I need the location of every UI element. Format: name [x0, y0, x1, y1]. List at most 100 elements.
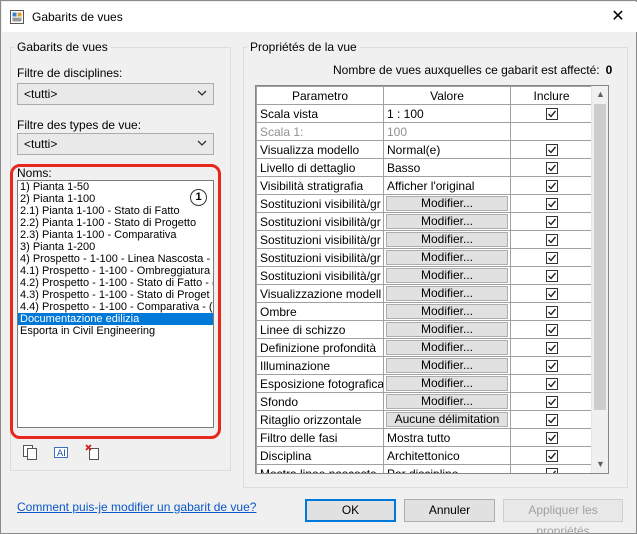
include-checkbox[interactable]: [545, 162, 558, 175]
property-row[interactable]: Visualizzazione modell Modifier...: [256, 284, 593, 303]
include-cell: [510, 356, 593, 375]
edit-property-button[interactable]: Aucune délimitation: [386, 412, 508, 427]
property-value[interactable]: 1 : 100: [383, 104, 511, 123]
include-cell: [510, 176, 593, 195]
include-cell: [510, 374, 593, 393]
property-name: Sostituzioni visibilità/gr: [256, 248, 384, 267]
include-cell: [510, 446, 593, 465]
property-value[interactable]: Afficher l'original: [383, 176, 511, 195]
viewtype-filter-dropdown[interactable]: <tutti>: [17, 133, 214, 155]
property-row[interactable]: Ritaglio orizzontale Aucune délimitation: [256, 410, 593, 429]
rename-icon[interactable]: AI: [53, 444, 69, 460]
edit-property-button[interactable]: Modifier...: [386, 232, 508, 247]
property-row[interactable]: Sfondo Modifier...: [256, 392, 593, 411]
edit-property-button[interactable]: Modifier...: [386, 358, 508, 373]
edit-property-button[interactable]: Modifier...: [386, 304, 508, 319]
property-row[interactable]: Visibilità stratigrafia Afficher l'origin…: [256, 176, 593, 195]
include-checkbox[interactable]: [545, 288, 558, 301]
property-value[interactable]: Par discipline: [383, 464, 511, 473]
assigned-views-count-value: 0: [605, 63, 613, 77]
column-header-value[interactable]: Valore: [383, 86, 511, 105]
duplicate-icon[interactable]: [22, 444, 38, 460]
property-row[interactable]: Ombre Modifier...: [256, 302, 593, 321]
edit-property-button[interactable]: Modifier...: [386, 196, 508, 211]
include-checkbox[interactable]: [545, 450, 558, 463]
property-row[interactable]: Visualizza modello Normal(e): [256, 140, 593, 159]
property-value[interactable]: Basso: [383, 158, 511, 177]
property-row[interactable]: Livello di dettaglio Basso: [256, 158, 593, 177]
property-name: Linee di schizzo: [256, 320, 384, 339]
property-row[interactable]: Disciplina Architettonico: [256, 446, 593, 465]
include-cell: [510, 158, 593, 177]
include-checkbox[interactable]: [545, 198, 558, 211]
include-cell: [510, 410, 593, 429]
include-checkbox[interactable]: [545, 396, 558, 409]
edit-property-button[interactable]: Modifier...: [386, 286, 508, 301]
property-row[interactable]: Linee di schizzo Modifier...: [256, 320, 593, 339]
window-title: Gabarits de vues: [32, 10, 123, 24]
property-value[interactable]: Architettonico: [383, 446, 511, 465]
property-row[interactable]: Scala 1: 100: [256, 122, 593, 141]
include-checkbox[interactable]: [545, 324, 558, 337]
edit-property-button[interactable]: Modifier...: [386, 394, 508, 409]
property-row[interactable]: Sostituzioni visibilità/gr Modifier...: [256, 230, 593, 249]
discipline-filter-dropdown[interactable]: <tutti>: [17, 83, 214, 105]
edit-property-button[interactable]: Modifier...: [386, 340, 508, 355]
include-checkbox[interactable]: [545, 360, 558, 373]
include-checkbox[interactable]: [545, 234, 558, 247]
scroll-up-icon[interactable]: ▲: [592, 86, 609, 103]
include-checkbox[interactable]: [545, 180, 558, 193]
property-row[interactable]: Filtro delle fasi Mostra tutto: [256, 428, 593, 447]
property-row[interactable]: Sostituzioni visibilità/gr Modifier...: [256, 212, 593, 231]
include-checkbox[interactable]: [545, 306, 558, 319]
include-checkbox[interactable]: [545, 378, 558, 391]
scrollbar-thumb[interactable]: [594, 104, 606, 410]
property-row[interactable]: Mostra linee nascoste Par discipline: [256, 464, 593, 473]
assigned-views-count-row: Nombre de vues auxquelles ce gabarit est…: [333, 63, 612, 77]
assigned-views-count-label: Nombre de vues auxquelles ce gabarit est…: [333, 63, 600, 77]
include-checkbox[interactable]: [545, 108, 558, 121]
scroll-down-icon[interactable]: ▼: [592, 456, 609, 473]
close-icon[interactable]: ✕: [607, 6, 629, 28]
include-checkbox[interactable]: [545, 270, 558, 283]
edit-property-button[interactable]: Modifier...: [386, 322, 508, 337]
title-bar: Gabarits de vues ✕: [2, 2, 637, 32]
properties-scrollbar[interactable]: ▲ ▼: [591, 86, 608, 473]
include-checkbox[interactable]: [545, 414, 558, 427]
property-value[interactable]: Mostra tutto: [383, 428, 511, 447]
property-row[interactable]: Sostituzioni visibilità/gr Modifier...: [256, 266, 593, 285]
property-row[interactable]: Sostituzioni visibilità/gr Modifier...: [256, 248, 593, 267]
properties-grid: Parametro Valore Inclure Scala vista 1 : …: [255, 85, 609, 474]
property-row[interactable]: Sostituzioni visibilità/gr Modifier...: [256, 194, 593, 213]
edit-property-button[interactable]: Modifier...: [386, 268, 508, 283]
property-name: Sostituzioni visibilità/gr: [256, 266, 384, 285]
apply-properties-button[interactable]: Appliquer les propriétés: [503, 499, 623, 534]
edit-property-button[interactable]: Modifier...: [386, 250, 508, 265]
include-checkbox[interactable]: [545, 252, 558, 265]
property-row[interactable]: Illuminazione Modifier...: [256, 356, 593, 375]
discipline-filter-label: Filtre de disciplines:: [17, 66, 123, 80]
property-value-cell: Modifier...: [383, 302, 511, 321]
edit-property-button[interactable]: Modifier...: [386, 376, 508, 391]
edit-property-button[interactable]: Modifier...: [386, 214, 508, 229]
property-value[interactable]: Normal(e): [383, 140, 511, 159]
property-row[interactable]: Definizione profondità Modifier...: [256, 338, 593, 357]
cancel-button[interactable]: Annuler: [404, 499, 495, 522]
include-checkbox[interactable]: [545, 216, 558, 229]
include-cell: [510, 320, 593, 339]
include-checkbox[interactable]: [545, 432, 558, 445]
help-link[interactable]: Comment puis-je modifier un gabarit de v…: [17, 500, 256, 514]
include-checkbox[interactable]: [545, 144, 558, 157]
include-cell: [510, 140, 593, 159]
delete-icon[interactable]: [85, 444, 101, 460]
ok-button[interactable]: OK: [305, 499, 396, 522]
property-row[interactable]: Esposizione fotografica Modifier...: [256, 374, 593, 393]
include-checkbox[interactable]: [545, 468, 558, 473]
property-name: Sfondo: [256, 392, 384, 411]
include-checkbox[interactable]: [545, 342, 558, 355]
property-row[interactable]: Scala vista 1 : 100: [256, 104, 593, 123]
view-templates-group-label: Gabarits de vues: [14, 40, 111, 54]
column-header-parameter[interactable]: Parametro: [256, 86, 384, 105]
column-header-include[interactable]: Inclure: [510, 86, 593, 105]
properties-table: Parametro Valore Inclure Scala vista 1 : …: [256, 86, 593, 473]
